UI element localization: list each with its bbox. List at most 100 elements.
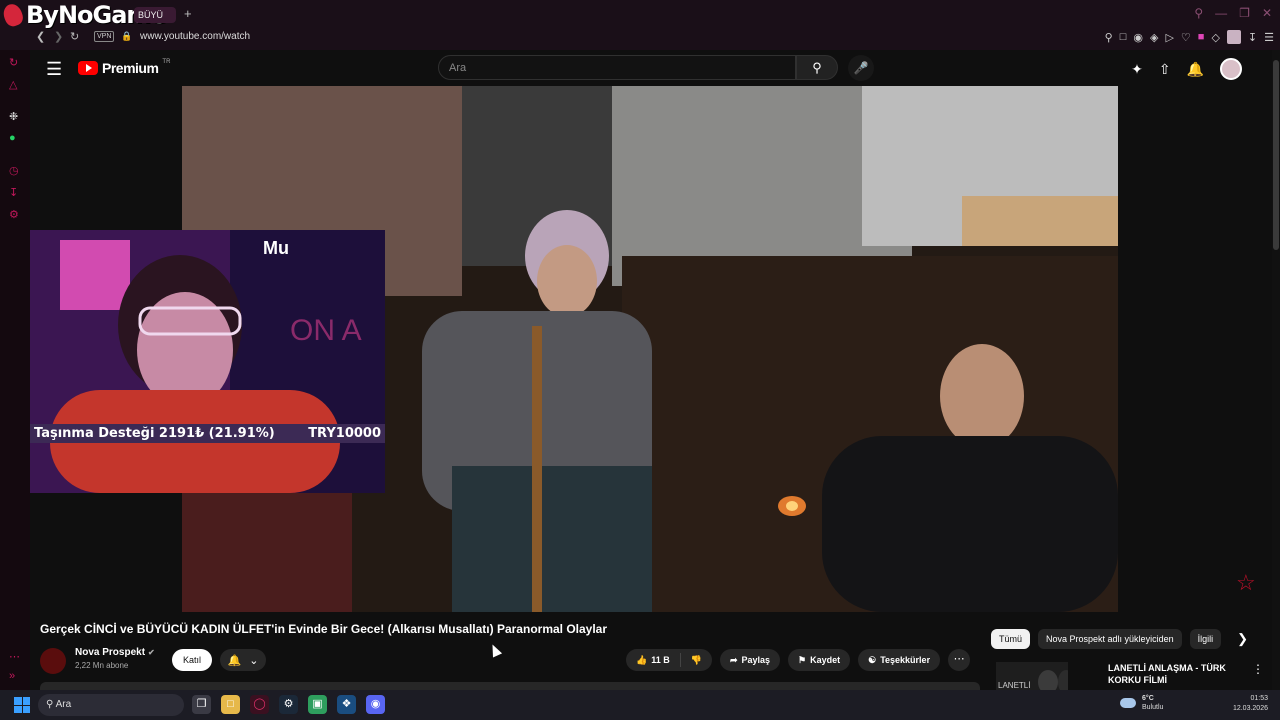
create-icon[interactable]: ✦ [1131, 61, 1143, 78]
date: 12.03.2026 [1232, 705, 1268, 712]
steam-icon[interactable]: ⚙ [279, 695, 298, 714]
taskbar-search[interactable]: ⚲ Ara [38, 694, 184, 716]
back-icon[interactable]: ❮ [36, 30, 45, 43]
opera-gx-icon[interactable]: ◯ [250, 695, 269, 714]
thumbnail-text: LANETLİ [998, 681, 1030, 690]
recommended-video[interactable]: LANETLİ LANETLİ ANLAŞMA - TÜRK KORKU FİL… [996, 662, 1264, 694]
webcam-bg-text: ON A [290, 314, 362, 347]
video-title: Gerçek CİNCİ ve BÜYÜCÜ KADIN ÜLFET'in Ev… [40, 622, 608, 636]
adblock-icon[interactable]: ◉ [1133, 31, 1143, 44]
join-button[interactable]: Katıl [172, 649, 212, 671]
search-tabs-icon[interactable]: ⚲ [1194, 6, 1203, 20]
mic-icon: 🎤 [853, 61, 869, 75]
url-field[interactable]: www.youtube.com/watch [140, 31, 250, 42]
time: 01:53 [1250, 695, 1268, 702]
sidebar-whatsapp-icon[interactable]: ● [9, 132, 16, 144]
related-chips: Tümü Nova Prospekt adlı yükleyiciden İlg… [991, 629, 1248, 649]
scroll-thumb[interactable] [1273, 60, 1279, 250]
voice-search-button[interactable]: 🎤 [848, 55, 874, 81]
heart-icon[interactable]: ♡ [1181, 31, 1191, 44]
bell-icon: 🔔 [227, 654, 242, 667]
sidebar-settings-icon[interactable]: ⚙ [9, 208, 19, 221]
webcam-frame: ON A [30, 230, 385, 493]
system-clock[interactable]: 01:53 12.03.2026 [1228, 694, 1268, 714]
share-button[interactable]: ➦ Paylaş [719, 649, 781, 671]
extension-icon[interactable]: ■ [1198, 31, 1205, 43]
recommended-title[interactable]: LANETLİ ANLAŞMA - TÜRK KORKU FİLMİ [1108, 662, 1228, 686]
sidebar-download-icon[interactable]: ↧ [9, 186, 18, 199]
maximize-icon[interactable]: ❐ [1239, 6, 1250, 20]
thumbnail-image: LANETLİ [996, 662, 1074, 694]
pin-icon[interactable]: ⚲ [1105, 31, 1113, 44]
reload-icon[interactable]: ↻ [70, 30, 79, 43]
weather-condition: Bulutlu [1142, 704, 1164, 711]
thumbs-down-icon: 👎 [690, 654, 702, 665]
profile-avatar[interactable] [1226, 30, 1241, 44]
extension-icons: ⚲ □ ◉ ◈ ▷ ♡ ■ ◇ ↧ ☰ [1105, 30, 1274, 44]
task-view-icon[interactable]: ❐ [192, 695, 211, 714]
browser-chrome: ByNoGame BÜYÜ + ⚲ — ❐ ✕ ❮ ❯ ↻ VPN 🔒 www.… [0, 0, 1280, 50]
download-icon[interactable]: ↧ [1248, 31, 1257, 44]
webcam-label: Mu [263, 238, 289, 258]
puzzle-icon[interactable]: ◇ [1211, 31, 1219, 44]
taskbar-apps: ❐ □ ◯ ⚙ ▣ ❖ ◉ [192, 695, 385, 714]
play-icon[interactable]: ▷ [1165, 31, 1173, 44]
recommended-thumbnail[interactable]: LANETLİ [996, 662, 1074, 694]
minimize-icon[interactable]: — [1215, 6, 1227, 20]
description-box[interactable] [40, 682, 980, 690]
webcam-overlay: ON A Mu [30, 230, 385, 493]
shield-icon[interactable]: ◈ [1150, 31, 1158, 44]
super-thanks-icon: ☯ [868, 654, 877, 665]
youtube-play-icon [78, 61, 98, 75]
chip-from-uploader[interactable]: Nova Prospekt adlı yükleyiciden [1038, 629, 1182, 649]
subscription-bell-button[interactable]: 🔔 ⌄ [220, 649, 266, 671]
sidebar-clock-icon[interactable]: ◷ [9, 164, 19, 177]
channel-name[interactable]: Nova Prospekt ✔ [75, 647, 155, 658]
sidebar-expand-icon[interactable]: » [9, 670, 15, 682]
like-button[interactable]: 👍 11 B [626, 649, 680, 671]
like-dislike-group: 👍 11 B 👎 [626, 649, 712, 671]
masthead-actions: ✦ ⇧ 🔔 [1131, 58, 1242, 80]
account-avatar[interactable] [1220, 58, 1242, 80]
bookmark-icon: ⚑ [798, 654, 807, 665]
sidebar-chatgpt-icon[interactable]: ❉ [9, 110, 18, 123]
more-actions-button[interactable]: ⋯ [948, 649, 971, 671]
guide-menu-icon[interactable]: ☰ [46, 59, 62, 80]
discord-icon[interactable]: ◉ [366, 695, 385, 714]
snapshot-icon[interactable]: □ [1120, 31, 1127, 43]
page-scrollbar[interactable] [1272, 50, 1280, 690]
search-icon: ⚲ [812, 60, 822, 75]
search-button[interactable]: ⚲ [796, 55, 838, 80]
like-count: 11 B [651, 655, 670, 665]
logo-text: Premium [102, 60, 159, 76]
notifications-icon[interactable]: 🔔 [1187, 61, 1204, 78]
file-explorer-icon[interactable]: □ [221, 695, 240, 714]
app-icon[interactable]: ▣ [308, 695, 327, 714]
windows-start-icon[interactable] [14, 697, 30, 713]
chip-related[interactable]: İlgili [1189, 629, 1222, 649]
recommended-menu-icon[interactable]: ⋮ [1252, 662, 1264, 676]
sidebar-more-icon[interactable]: ⋯ [9, 650, 20, 663]
dislike-button[interactable]: 👎 [681, 649, 712, 671]
lock-icon[interactable]: 🔒 [121, 31, 132, 42]
browser-tab[interactable]: BÜYÜ [134, 7, 176, 23]
thanks-button[interactable]: ☯ Teşekkürler [858, 649, 941, 671]
sidebar-gaming-icon[interactable]: △ [9, 78, 17, 91]
forward-icon[interactable]: ❯ [54, 30, 63, 43]
chip-all[interactable]: Tümü [991, 629, 1031, 649]
menu-icon[interactable]: ☰ [1264, 31, 1274, 44]
new-tab-button[interactable]: + [184, 6, 192, 21]
close-icon[interactable]: ✕ [1262, 6, 1272, 20]
donation-text: Taşınma Desteği 2191₺ (21.91%) [34, 426, 275, 441]
search-input[interactable]: Ara [438, 55, 796, 80]
upload-icon[interactable]: ⇧ [1159, 61, 1171, 78]
vpn-badge[interactable]: VPN [94, 31, 115, 42]
chevron-right-icon[interactable]: ❯ [1237, 631, 1248, 647]
network-app-icon[interactable]: ❖ [337, 695, 356, 714]
weather-widget[interactable]: 6°C Bulutlu [1120, 694, 1163, 712]
save-button[interactable]: ⚑ Kaydet [788, 649, 851, 671]
youtube-logo[interactable]: Premium TR [78, 59, 170, 76]
channel-avatar[interactable] [40, 648, 66, 674]
sidebar-refresh-icon[interactable]: ↻ [9, 56, 18, 69]
save-label: Kaydet [810, 655, 841, 665]
